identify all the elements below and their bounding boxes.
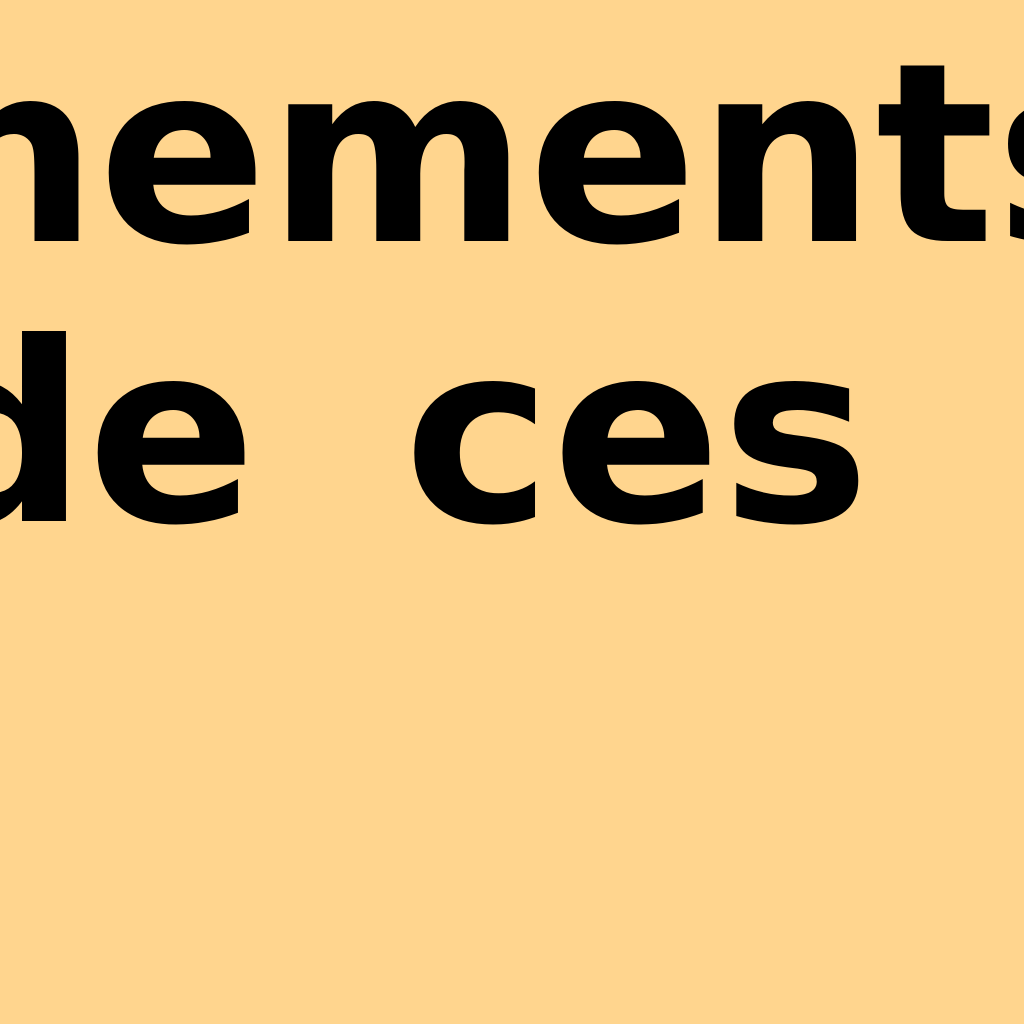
text-line-1: nements xyxy=(0,9,1024,300)
zoomed-text-canvas: nements de ces b xyxy=(0,0,1024,1024)
text-line-2: de ces b xyxy=(0,289,1024,580)
